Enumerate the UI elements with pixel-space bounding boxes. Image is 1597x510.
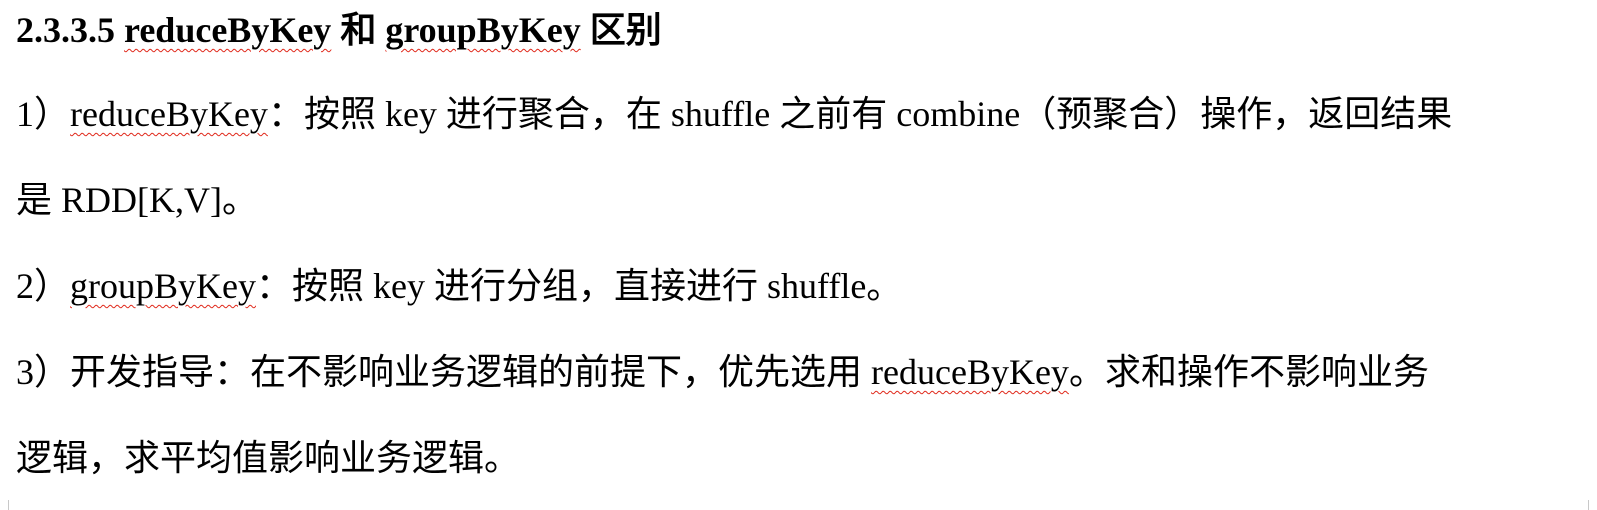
page-corner-mark-right [1582,500,1589,510]
item-1-line-1: 1）reduceByKey：按照 key 进行聚合，在 shuffle 之前有 … [16,92,1452,136]
item-3-text: 。求和操作不影响业务 [1068,352,1429,392]
item-1-term: reduceByKey [70,94,268,134]
heading-tail: 区别 [580,10,662,50]
item-3-line-1: 3）开发指导：在不影响业务逻辑的前提下，优先选用 reduceByKey。求和操… [16,350,1429,394]
item-2-text: ：按照 key 进行分组，直接进行 shuffle。 [256,266,903,306]
item-1-text: ：按照 key 进行聚合，在 shuffle 之前有 combine（预聚合）操… [267,94,1453,134]
item-3-term: reduceByKey [871,352,1069,392]
item-1-continuation: 是 RDD[K,V]。 [16,180,258,220]
item-2-prefix: 2） [16,266,71,306]
item-2-term: groupByKey [70,266,256,306]
item-3-prefix: 3）开发指导：在不影响业务逻辑的前提下，优先选用 [16,352,872,392]
heading-term-reducebykey: reduceByKey [124,10,332,50]
item-2-line: 2）groupByKey：按照 key 进行分组，直接进行 shuffle。 [16,264,902,308]
item-1-line-2: 是 RDD[K,V]。 [16,178,258,222]
heading-term-groupbykey: groupByKey [385,10,581,50]
item-3-line-2: 逻辑，求平均值影响业务逻辑。 [16,436,520,480]
heading-number: 2.3.3.5 [16,10,124,50]
heading-conjunction: 和 [331,10,386,50]
item-1-prefix: 1） [16,94,71,134]
page-corner-mark-left [8,500,15,510]
section-heading: 2.3.3.5 reduceByKey 和 groupByKey 区别 [16,8,662,52]
item-3-continuation: 逻辑，求平均值影响业务逻辑。 [16,438,521,478]
